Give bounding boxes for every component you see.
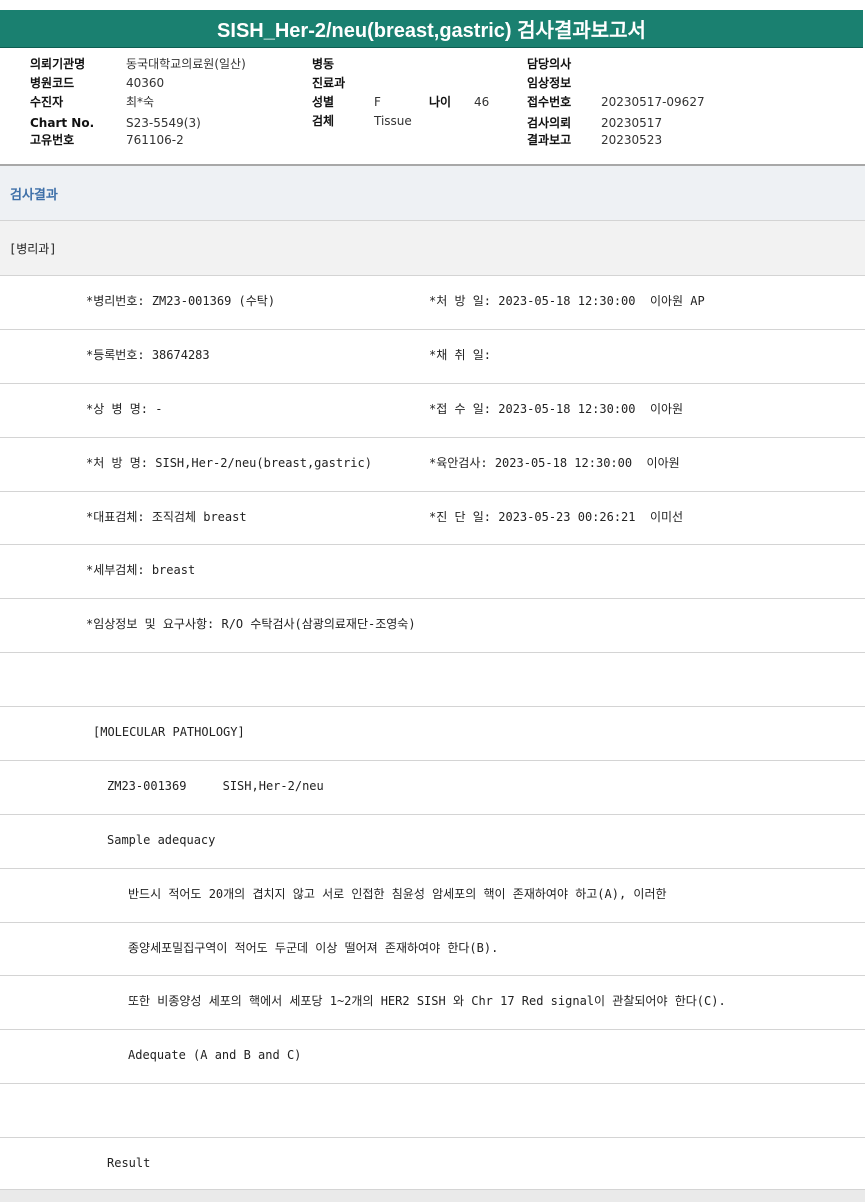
detail-specimen: *세부검체: breast [86, 563, 196, 577]
bottom-bar [0, 1190, 865, 1202]
value-receipt-no: 20230517-09627 [601, 95, 705, 109]
divider [0, 491, 865, 492]
divider [0, 760, 865, 761]
label-result-report: 결과보고 [527, 133, 572, 147]
value-chart-no: S23-5549(3) [126, 116, 201, 130]
divider [0, 275, 865, 276]
divider [0, 652, 865, 653]
label-ward: 병동 [312, 57, 335, 71]
value-sex: F [374, 95, 381, 109]
adequacy-criterion-a: 반드시 적어도 20개의 겹치지 않고 서로 인접한 침윤성 암세포의 핵이 존… [128, 887, 667, 901]
label-patient: 수진자 [30, 95, 64, 109]
divider [0, 922, 865, 923]
label-attending-doctor: 담당의사 [527, 57, 572, 71]
value-test-request: 20230517 [601, 116, 663, 130]
case-line: ZM23-001369 SISH,Her-2/neu [107, 779, 324, 793]
adequacy-result: Adequate (A and B and C) [128, 1048, 302, 1062]
order-date: *처 방 일: 2023-05-18 12:30:00 이아원 AP [429, 294, 705, 308]
divider [0, 868, 865, 869]
order-name: *처 방 명: SISH,Her-2/neu(breast,gastric) [86, 456, 372, 470]
registration-number: *등록번호: 38674283 [86, 348, 210, 362]
label-clinical-info: 임상정보 [527, 76, 572, 90]
adequacy-criterion-c: 또한 비종양성 세포의 핵에서 세포당 1~2개의 HER2 SISH 와 Ch… [128, 994, 726, 1008]
label-unique-no: 고유번호 [30, 133, 75, 147]
pathology-number: *병리번호: ZM23-001369 (수탁) [86, 294, 276, 308]
divider [0, 1029, 865, 1030]
value-requesting-institution: 동국대학교의료원(일산) [126, 57, 246, 71]
department-label: [병리과] [0, 221, 865, 275]
label-hospital-code: 병원코드 [30, 76, 75, 90]
diagnosis-date: *진 단 일: 2023-05-23 00:26:21 이미선 [429, 510, 684, 524]
report-title: SISH_Her-2/neu(breast,gastric) 검사결과보고서 [0, 10, 863, 48]
label-department: 진료과 [312, 76, 346, 90]
value-unique-no: 761106-2 [126, 133, 184, 147]
collection-date: *채 취 일: [429, 348, 492, 362]
divider [0, 706, 865, 707]
divider [0, 544, 865, 545]
result-label: Result [107, 1156, 151, 1170]
receipt-date: *접 수 일: 2023-05-18 12:30:00 이아원 [429, 402, 684, 416]
clinical-info-request: *임상정보 및 요구사항: R/O 수탁검사(삼광의료재단-조영숙) [86, 617, 416, 631]
label-sex: 성별 [312, 95, 335, 109]
molecular-pathology-header: [MOLECULAR PATHOLOGY] [93, 725, 245, 739]
sample-adequacy-label: Sample adequacy [107, 833, 216, 847]
label-specimen: 검체 [312, 114, 335, 128]
divider [0, 975, 865, 976]
adequacy-criterion-b: 종양세포밀집구역이 적어도 두군데 이상 떨어져 존재하여야 한다(B). [128, 941, 499, 955]
divider [0, 814, 865, 815]
disease-name: *상 병 명: - [86, 402, 163, 416]
divider [0, 598, 865, 599]
label-requesting-institution: 의뢰기관명 [30, 57, 86, 71]
label-receipt-no: 접수번호 [527, 95, 572, 109]
gross-exam: *육안검사: 2023-05-18 12:30:00 이아원 [429, 456, 680, 470]
value-specimen: Tissue [374, 114, 412, 128]
divider [0, 1083, 865, 1084]
label-test-request: 검사의뢰 [527, 116, 572, 130]
divider [0, 329, 865, 330]
value-result-report: 20230523 [601, 133, 663, 147]
divider [0, 437, 865, 438]
divider [0, 1137, 865, 1138]
value-patient: 최*숙 [126, 95, 155, 109]
value-hospital-code: 40360 [126, 76, 165, 90]
representative-specimen: *대표검체: 조직검체 breast [86, 510, 247, 524]
label-chart-no: Chart No. [30, 116, 95, 130]
label-age: 나이 [429, 95, 452, 109]
divider [0, 383, 865, 384]
section-title: 검사결과 [0, 166, 865, 220]
value-age: 46 [474, 95, 490, 109]
